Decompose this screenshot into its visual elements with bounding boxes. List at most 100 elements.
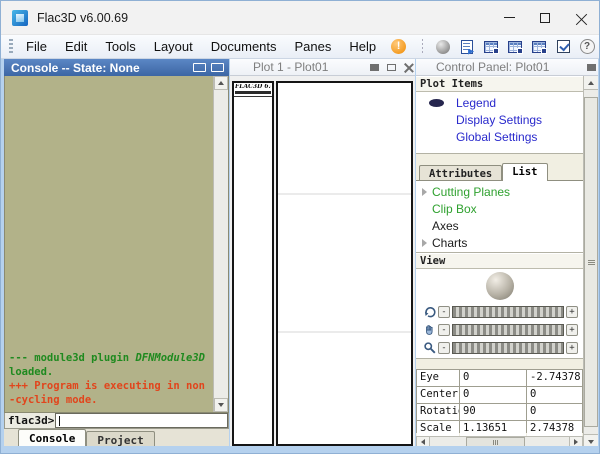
table-cell[interactable]: 0	[527, 404, 582, 420]
command-input[interactable]	[55, 413, 228, 428]
plot-panel-header: Plot 1 - Plot01	[230, 59, 415, 76]
table-cell[interactable]: 0	[460, 370, 526, 386]
plot-gridline	[278, 193, 411, 195]
rotate-icon	[421, 304, 438, 319]
menu-layout[interactable]: Layout	[145, 36, 202, 57]
console-float-button[interactable]	[193, 63, 206, 72]
menu-documents[interactable]: Documents	[202, 36, 286, 57]
rotate-slider[interactable]	[452, 306, 564, 318]
plot-maximize-button[interactable]	[385, 62, 398, 73]
zoom-minus-button[interactable]: -	[438, 342, 450, 354]
row-label: Rotation	[417, 404, 459, 420]
legend-link[interactable]: Legend	[456, 96, 496, 110]
tree-item-axes[interactable]: Axes	[416, 218, 583, 235]
export-document-button[interactable]	[456, 37, 478, 56]
arrow-down-icon	[218, 403, 224, 407]
window-title: Flac3D v6.00.69	[37, 11, 128, 25]
toolbar-grip[interactable]	[9, 39, 13, 55]
minimize-button[interactable]	[491, 1, 527, 35]
global-settings-link[interactable]: Global Settings	[456, 130, 537, 144]
console-panel-title: Console -- State: None	[11, 61, 140, 75]
tree-item-charts[interactable]: Charts	[416, 235, 583, 252]
control-panel-title: Control Panel: Plot01	[416, 60, 581, 74]
plot-float-button[interactable]	[368, 62, 381, 73]
plot-grid-button-3[interactable]	[528, 37, 550, 56]
plot-panel-title: Plot 1 - Plot01	[230, 60, 364, 74]
console-minimize-button[interactable]	[211, 63, 224, 72]
arrow-left-icon	[421, 439, 425, 445]
tab-console[interactable]: Console	[18, 429, 86, 446]
console-log: --- module3d plugin DFNModule3D loaded. …	[9, 351, 210, 407]
control-panel-header: Control Panel: Plot01	[416, 59, 598, 76]
plot-grid-button-2[interactable]	[504, 37, 526, 56]
menu-tools[interactable]: Tools	[96, 36, 144, 57]
table-cell[interactable]: 0	[460, 387, 526, 403]
console-panel-header: Console -- State: None	[4, 59, 229, 76]
console-panel: Console -- State: None --- module3d plug…	[4, 59, 229, 447]
minimize-icon	[504, 17, 515, 18]
zoom-plus-button[interactable]: +	[566, 342, 578, 354]
control-panel-scrollbar[interactable]	[583, 76, 598, 448]
view-parameters-table: Eye 0 -2.74378 Center 0 0 Rotation 90 0 …	[416, 369, 583, 433]
console-scrollbar[interactable]	[213, 76, 228, 412]
checkbox-button[interactable]	[552, 37, 574, 56]
app-logo-icon	[12, 10, 28, 26]
display-settings-link[interactable]: Display Settings	[456, 113, 542, 127]
zoom-magnifier-icon	[421, 340, 438, 355]
expand-arrow-icon[interactable]	[422, 188, 427, 196]
rotate-minus-button[interactable]: -	[438, 306, 450, 318]
sphere-icon	[436, 40, 450, 54]
plot-grid-button-1[interactable]	[480, 37, 502, 56]
scroll-up-button[interactable]	[584, 76, 598, 90]
zoom-slider-row: - +	[421, 339, 578, 356]
plot-canvas[interactable]	[276, 81, 413, 446]
pan-hand-icon	[421, 322, 438, 337]
tab-list[interactable]: List	[502, 163, 547, 181]
globe-button[interactable]	[432, 37, 454, 56]
view-header: View	[416, 253, 583, 269]
close-button[interactable]	[563, 1, 599, 35]
menu-edit[interactable]: Edit	[56, 36, 96, 57]
plot-close-button[interactable]	[402, 62, 415, 73]
legend-subtitle-bar	[235, 91, 271, 94]
help-button[interactable]: ?	[576, 37, 598, 56]
vscroll-thumb[interactable]	[584, 97, 598, 427]
tab-attributes[interactable]: Attributes	[419, 165, 502, 180]
tree-item-cutting-planes[interactable]: Cutting Planes	[416, 184, 583, 201]
tab-project[interactable]: Project	[86, 431, 154, 446]
table-cell[interactable]: 90	[460, 404, 526, 420]
plot-gridline	[278, 331, 411, 333]
attributes-list-tab-bar: Attributes List	[416, 162, 583, 180]
expand-arrow-icon[interactable]	[422, 239, 427, 247]
menu-file[interactable]: File	[17, 36, 56, 57]
toolbar-separator	[422, 39, 423, 55]
menu-panes[interactable]: Panes	[286, 36, 341, 57]
grid-copy-icon	[532, 41, 546, 53]
console-output[interactable]: --- module3d plugin DFNModule3D loaded. …	[4, 76, 229, 413]
scroll-down-button[interactable]	[214, 398, 228, 412]
table-cell[interactable]: -2.74378	[527, 370, 582, 386]
warning-icon[interactable]: !	[391, 39, 406, 54]
rotate-plus-button[interactable]: +	[566, 306, 578, 318]
menu-help[interactable]: Help	[340, 36, 385, 57]
trackball-sphere[interactable]	[486, 272, 514, 300]
maximize-button[interactable]	[527, 1, 563, 35]
eye-icon[interactable]	[429, 99, 444, 107]
tree-item-clip-box[interactable]: Clip Box	[416, 201, 583, 218]
command-prompt-row: flac3d>	[4, 413, 229, 429]
pan-plus-button[interactable]: +	[566, 324, 578, 336]
control-float-button[interactable]	[585, 62, 598, 73]
plot-viewport[interactable]: FLAC3D 6.00	[230, 76, 415, 448]
pan-minus-button[interactable]: -	[438, 324, 450, 336]
scroll-up-button[interactable]	[214, 76, 228, 90]
plot-legend[interactable]: FLAC3D 6.00	[232, 81, 274, 446]
zoom-slider[interactable]	[452, 342, 564, 354]
pan-slider[interactable]	[452, 324, 564, 336]
list-item: Legend	[416, 95, 583, 112]
list-item: Display Settings	[416, 112, 583, 129]
table-cell[interactable]: 0	[527, 387, 582, 403]
row-label: Center	[417, 387, 459, 403]
arrow-up-icon	[218, 81, 224, 85]
document-export-icon	[461, 40, 473, 54]
close-pane-icon	[404, 63, 413, 72]
